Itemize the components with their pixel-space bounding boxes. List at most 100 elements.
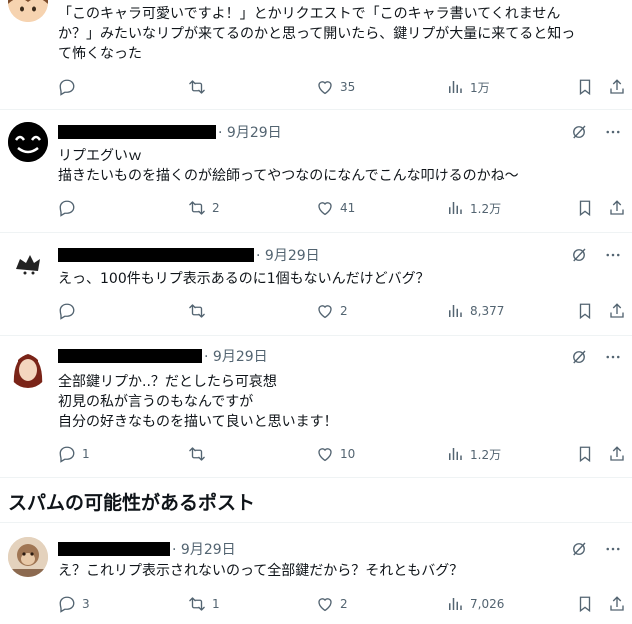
post-3[interactable]: · 9月29日 全部鍵リプか..？だとしたら可哀想 初見の私が言うのもなんですが… [0, 336, 632, 478]
bookmark-icon [579, 446, 591, 463]
views-icon [449, 305, 462, 317]
repost-button[interactable] [188, 302, 212, 320]
bookmark-button[interactable] [576, 595, 594, 613]
heart-icon [318, 81, 332, 95]
bookmark-button[interactable] [576, 199, 594, 217]
views-button[interactable]: 1万 [446, 78, 490, 96]
heart-icon [318, 305, 332, 319]
like-button[interactable]: 10 [316, 445, 355, 463]
more-icon[interactable] [604, 348, 622, 366]
action-bar: 1 10 1.2万 [58, 445, 632, 465]
like-button[interactable]: 2 [316, 302, 348, 320]
like-button[interactable]: 2 [316, 595, 348, 613]
reply-button[interactable]: 3 [58, 595, 90, 613]
views-button[interactable]: 8,377 [446, 302, 504, 320]
like-button[interactable]: 41 [316, 199, 355, 217]
reply-button[interactable] [58, 78, 82, 96]
share-button[interactable] [608, 199, 626, 217]
post-text: 「このキャラ可愛いですよ！」とかリクエストで「このキャラ書いてくれません か？」… [58, 6, 576, 62]
repost-icon [189, 447, 205, 461]
share-icon [610, 200, 624, 215]
bookmark-button[interactable] [576, 445, 594, 463]
bookmark-button[interactable] [576, 78, 594, 96]
avatar-image [8, 122, 48, 162]
like-button[interactable]: 35 [316, 78, 355, 96]
grok-icon[interactable] [570, 540, 588, 558]
share-button[interactable] [608, 302, 626, 320]
more-icon[interactable] [604, 246, 622, 264]
post-text: 全部鍵リプか..？だとしたら可哀想 初見の私が言うのもなんですが 自分の好きなも… [58, 374, 338, 430]
redacted-username [58, 248, 254, 262]
views-count: 1.2万 [470, 447, 502, 462]
reply-icon [59, 303, 75, 320]
action-bar: 2 41 1.2万 [58, 199, 632, 219]
share-button[interactable] [608, 445, 626, 463]
repost-button[interactable] [188, 78, 212, 96]
views-icon [449, 202, 462, 214]
post-text: えっ、100件もリプ表示あるのに1個もないんだけどバグ？ [58, 271, 430, 287]
views-icon [449, 448, 462, 460]
post-top-icons [570, 540, 622, 558]
more-icon[interactable] [604, 540, 622, 558]
more-icon[interactable] [604, 123, 622, 141]
share-icon [610, 446, 624, 461]
views-button[interactable]: 1.2万 [446, 199, 501, 217]
repost-button[interactable]: 1 [188, 595, 220, 613]
views-count: 8,377 [470, 304, 505, 318]
post-top-icons [570, 123, 622, 141]
repost-button[interactable]: 2 [188, 199, 220, 217]
redacted-username [58, 542, 170, 556]
post-4[interactable]: · 9月29日 え？これリプ表示されないのって全部鍵だから？それともバグ？ 3 … [0, 523, 632, 624]
share-icon [610, 596, 624, 611]
post-header: · 9月29日 [58, 346, 268, 366]
reply-button[interactable]: 1 [58, 445, 90, 463]
views-button[interactable]: 7,026 [446, 595, 504, 613]
avatar[interactable] [8, 348, 48, 388]
views-count: 1万 [470, 80, 490, 95]
like-count: 2 [340, 304, 348, 318]
bookmark-button[interactable] [576, 302, 594, 320]
reply-count: 3 [82, 597, 90, 611]
date-text: 9月29日 [226, 125, 282, 141]
post-date[interactable]: · 9月29日 [172, 539, 236, 559]
views-icon [449, 598, 462, 610]
avatar[interactable] [8, 537, 48, 577]
redacted-username [58, 349, 202, 363]
grok-icon[interactable] [570, 348, 588, 366]
avatar[interactable] [8, 122, 48, 162]
post-date[interactable]: · 9月29日 [204, 346, 268, 366]
avatar-image [8, 537, 48, 577]
reply-icon [59, 446, 75, 463]
post-1[interactable]: · 9月29日 リプエグいｗ 描きたいものを描くのが絵師ってやつなのになんでこん… [0, 110, 632, 232]
post-2[interactable]: · 9月29日 えっ、100件もリプ表示あるのに1個もないんだけどバグ？ 2 8… [0, 233, 632, 335]
post-header: · 9月29日 [58, 122, 282, 142]
repost-button[interactable] [188, 445, 212, 463]
repost-icon [189, 597, 205, 611]
views-count: 7,026 [470, 597, 505, 611]
share-button[interactable] [608, 595, 626, 613]
post-date[interactable]: · 9月29日 [218, 122, 282, 142]
grok-icon[interactable] [570, 246, 588, 264]
share-icon [610, 303, 624, 318]
action-bar: 35 1万 [58, 78, 632, 98]
like-count: 2 [340, 597, 348, 611]
avatar[interactable] [8, 247, 48, 287]
reply-button[interactable] [58, 199, 82, 217]
bookmark-icon [579, 303, 591, 320]
like-count: 10 [340, 447, 356, 461]
grok-icon[interactable] [570, 123, 588, 141]
post-header: · 9月29日 [58, 245, 320, 265]
repost-icon [189, 80, 205, 94]
repost-icon [189, 304, 205, 318]
bookmark-icon [579, 596, 591, 613]
reply-icon [59, 200, 75, 217]
action-bar: 3 1 2 7,026 [58, 595, 632, 615]
views-button[interactable]: 1.2万 [446, 445, 501, 463]
post-date[interactable]: · 9月29日 [256, 245, 320, 265]
share-button[interactable] [608, 78, 626, 96]
reply-icon [59, 79, 75, 96]
reply-button[interactable] [58, 302, 82, 320]
avatar[interactable] [8, 0, 48, 22]
views-icon [449, 81, 462, 93]
post-0[interactable]: 「このキャラ可愛いですよ！」とかリクエストで「このキャラ書いてくれません か？」… [0, 0, 632, 110]
